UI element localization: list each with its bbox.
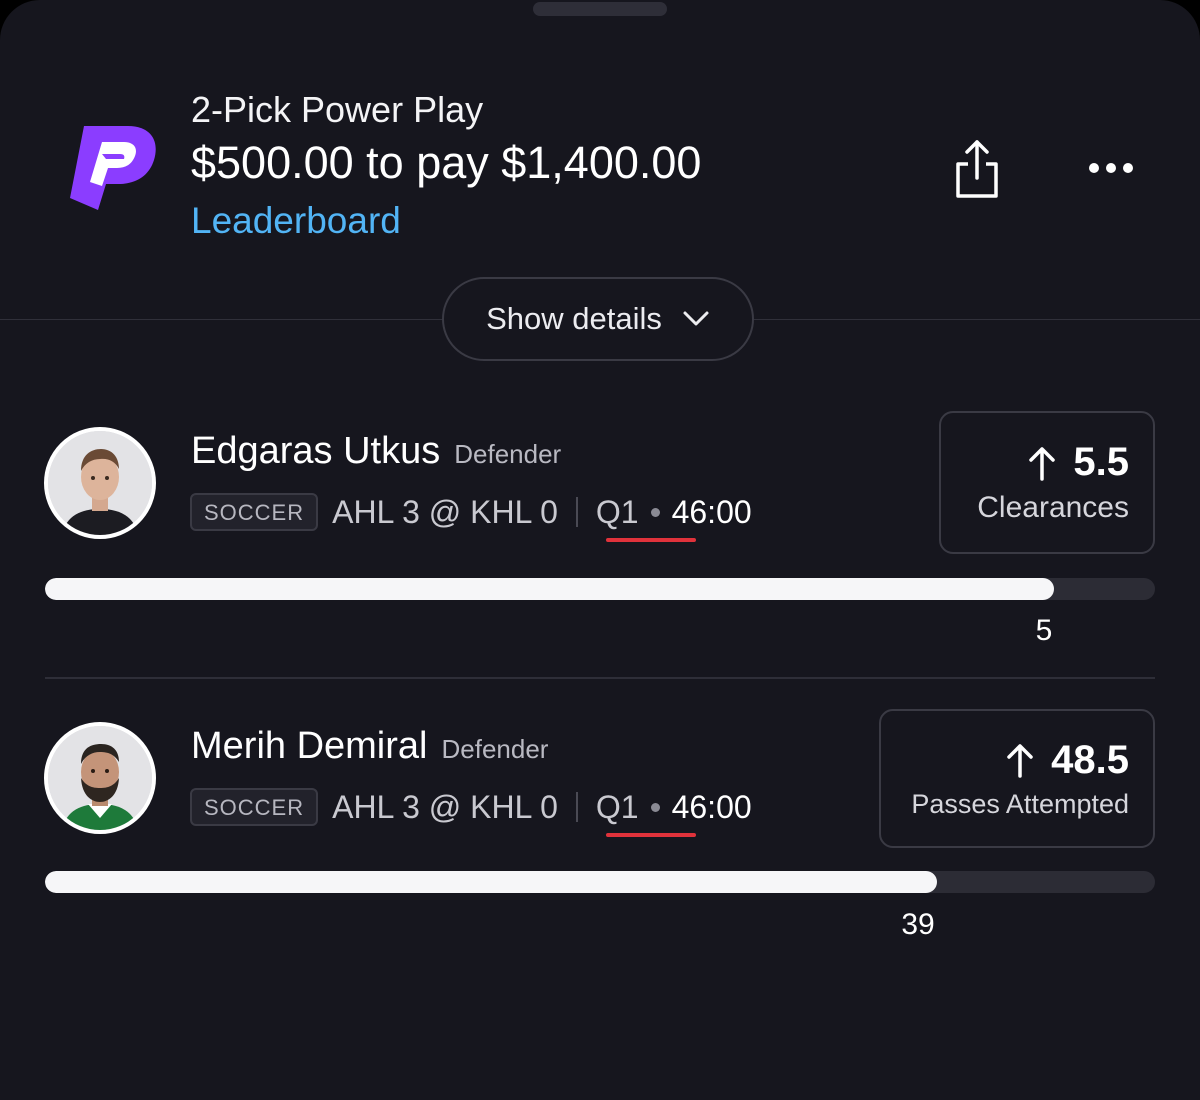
- player-position: Defender: [441, 734, 549, 764]
- game-clock: Q1 46:00: [595, 493, 752, 542]
- more-options-icon[interactable]: [1082, 148, 1140, 188]
- progress-bar: [45, 578, 1155, 600]
- show-details-label: Show details: [486, 301, 662, 336]
- progress-bar: [45, 871, 1155, 893]
- arrow-up-icon: [1007, 744, 1033, 778]
- game-clock: Q1 46:00: [595, 788, 752, 837]
- prizepicks-logo: [62, 118, 162, 218]
- player-name: Merih Demiral: [191, 725, 428, 767]
- game-info: SOCCER AHL 3 @ KHL 0 Q1 46:00: [190, 493, 752, 542]
- entry-type: 2-Pick Power Play: [191, 89, 484, 130]
- progress-fill: [45, 871, 938, 893]
- live-indicator: [605, 832, 696, 837]
- live-indicator: [605, 537, 696, 542]
- player-info: Merih Demiral Defender: [191, 725, 548, 768]
- progress-fill: [45, 578, 1054, 600]
- projection-card[interactable]: 5.5 Clearances: [939, 411, 1155, 554]
- share-icon[interactable]: [950, 138, 1004, 202]
- payout-summary: $500.00 to pay $1,400.00: [191, 137, 702, 188]
- separator: [575, 497, 578, 527]
- entry-header: 2-Pick Power Play $500.00 to pay $1,400.…: [191, 88, 701, 246]
- current-stat-value: 39: [901, 908, 935, 941]
- player-position: Defender: [454, 439, 562, 469]
- chevron-down-icon: [683, 311, 709, 326]
- projection-card[interactable]: 48.5 Passes Attempted: [879, 709, 1155, 848]
- game-info: SOCCER AHL 3 @ KHL 0 Q1 46:00: [190, 788, 752, 837]
- sheet-grabber[interactable]: [533, 2, 667, 16]
- game-score: AHL 3 @ KHL 0: [332, 788, 558, 825]
- line-value: 5.5: [1073, 440, 1129, 484]
- current-stat-value: 5: [1035, 614, 1053, 647]
- game-score: AHL 3 @ KHL 0: [332, 493, 558, 530]
- player-avatar: [44, 427, 156, 539]
- player-name: Edgaras Utkus: [191, 430, 441, 472]
- game-time: 46:00: [671, 788, 752, 825]
- bottom-sheet: 2-Pick Power Play $500.00 to pay $1,400.…: [0, 0, 1200, 1100]
- sport-badge: SOCCER: [190, 493, 319, 531]
- show-details-button[interactable]: Show details: [442, 277, 754, 361]
- stat-type: Clearances: [977, 491, 1129, 524]
- dot-separator: [650, 507, 660, 517]
- stat-type: Passes Attempted: [911, 788, 1129, 819]
- game-time: 46:00: [671, 493, 752, 530]
- separator: [575, 792, 578, 822]
- game-period: Q1: [595, 788, 639, 825]
- player-info: Edgaras Utkus Defender: [191, 430, 561, 473]
- line-value: 48.5: [1051, 737, 1129, 782]
- dot-separator: [650, 802, 660, 812]
- pick-divider: [45, 677, 1155, 679]
- player-avatar: [44, 722, 156, 834]
- leaderboard-link[interactable]: Leaderboard: [191, 196, 701, 246]
- sport-badge: SOCCER: [190, 788, 319, 826]
- arrow-up-icon: [1029, 446, 1056, 481]
- game-period: Q1: [595, 493, 639, 530]
